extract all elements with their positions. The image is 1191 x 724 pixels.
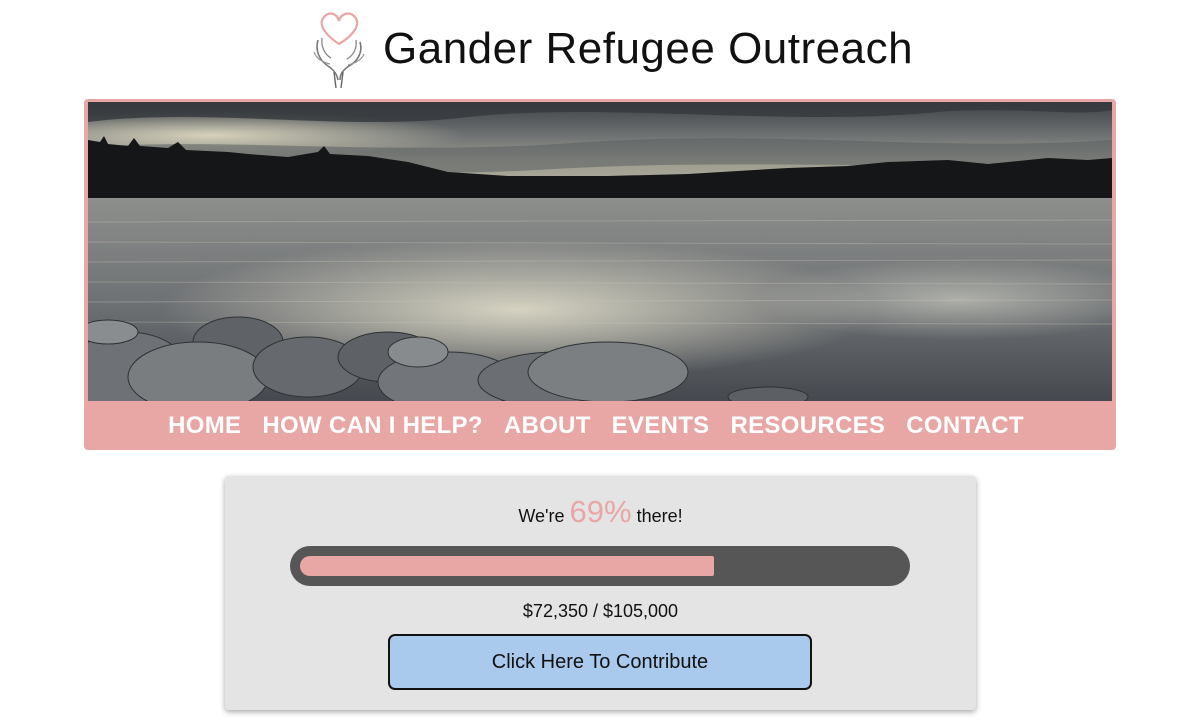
amount-raised: $72,350 / $105,000: [522, 601, 679, 621]
nav-item-events[interactable]: EVENTS: [612, 412, 710, 440]
progress-bar-fill: [300, 556, 714, 576]
progress-suffix: there!: [636, 506, 683, 526]
fundraiser-card: We're 69% there! $72,350 / $105,000 Clic…: [225, 476, 976, 710]
progress-percent: 69%: [569, 494, 632, 529]
hero-banner: HOME HOW CAN I HELP? ABOUT EVENTS RESOUR…: [84, 99, 1116, 450]
site-title: Gander Refugee Outreach: [383, 24, 914, 73]
nav-item-about[interactable]: ABOUT: [504, 412, 591, 440]
progress-bar-track: [290, 546, 910, 586]
main-nav: HOME HOW CAN I HELP? ABOUT EVENTS RESOUR…: [84, 402, 1116, 450]
nav-item-resources[interactable]: RESOURCES: [730, 412, 885, 440]
nav-item-contact[interactable]: CONTACT: [906, 412, 1024, 440]
site-header: Gander Refugee Outreach: [0, 0, 1191, 96]
nav-item-home[interactable]: HOME: [168, 412, 241, 440]
nav-item-how-can-i-help[interactable]: HOW CAN I HELP?: [262, 412, 483, 440]
lake-landscape-image: [88, 102, 1112, 401]
progress-prefix: We're: [518, 506, 565, 526]
progress-statement: We're 69% there!: [225, 494, 976, 530]
contribute-button[interactable]: Click Here To Contribute: [388, 634, 812, 690]
heart-hands-logo-icon[interactable]: [310, 8, 368, 90]
